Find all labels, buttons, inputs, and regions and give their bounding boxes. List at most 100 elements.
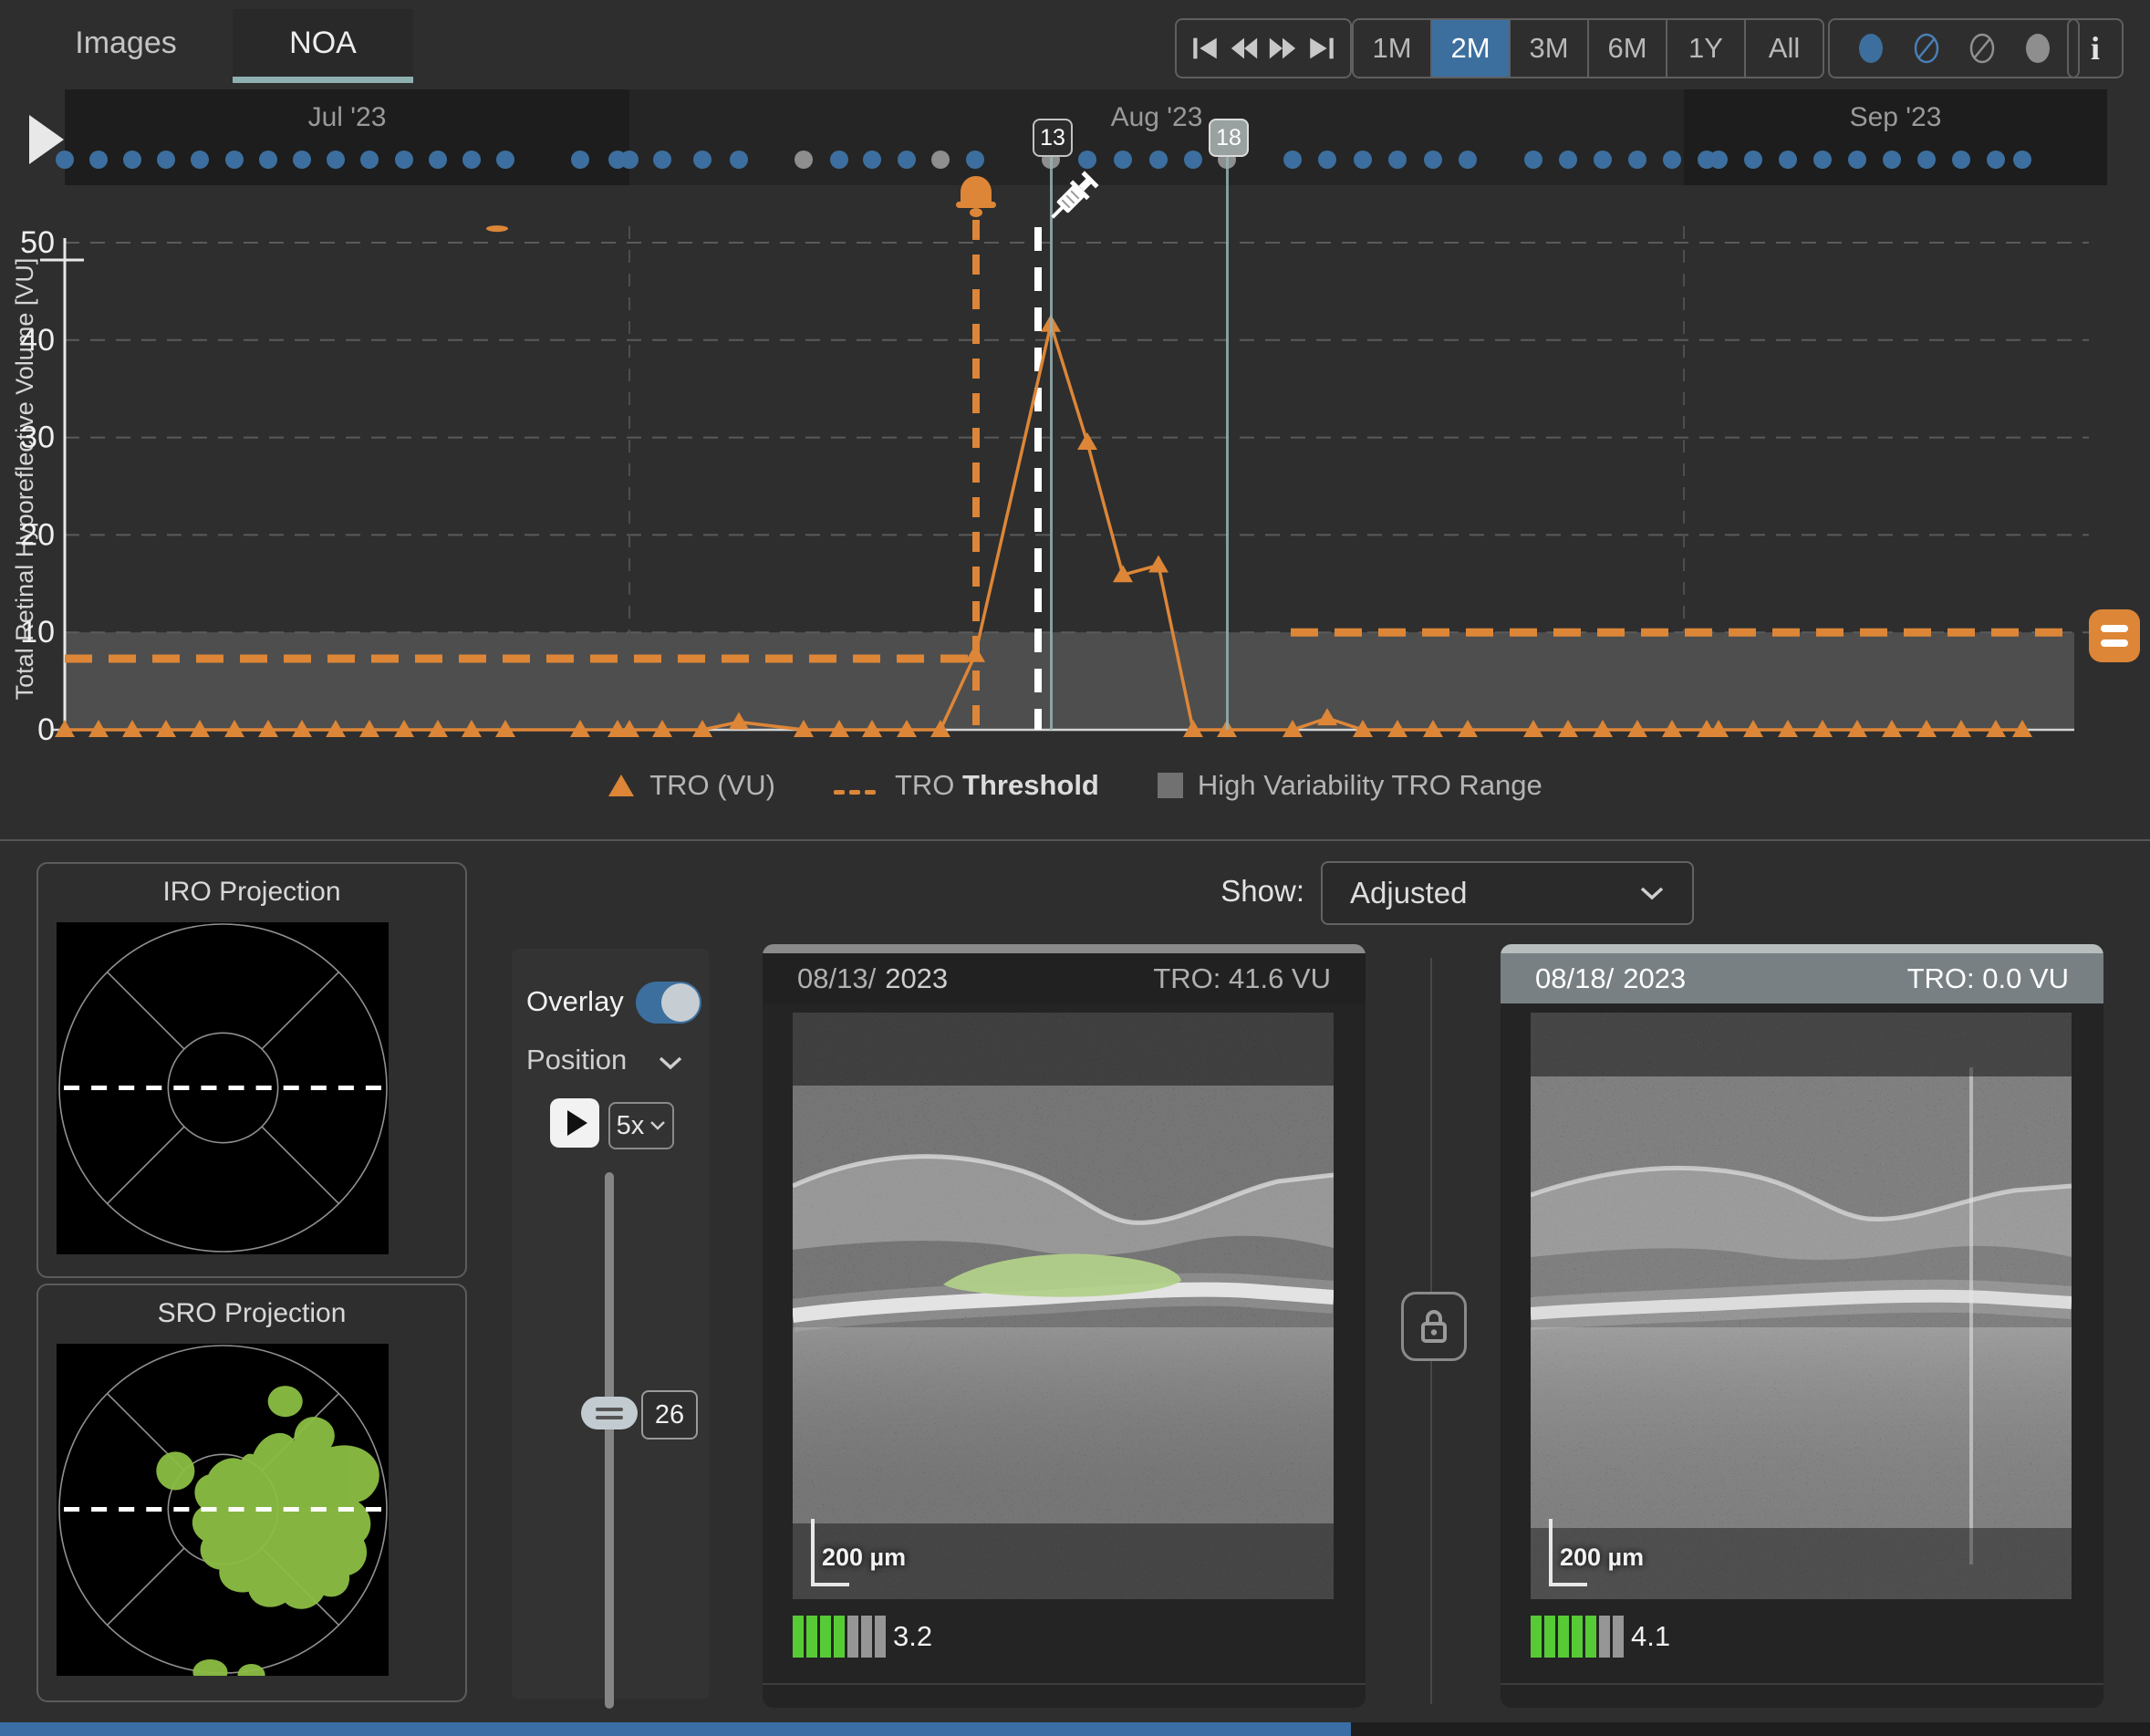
scan-header[interactable]: 08/13/ 2023 TRO: 41.6 VU <box>763 953 1366 1003</box>
threshold-drag-handle[interactable] <box>2089 609 2140 662</box>
legend-band: High Variability TRO Range <box>1158 769 1542 802</box>
timeline-dot[interactable] <box>693 151 711 169</box>
sro-projection-title: SRO Projection <box>38 1298 465 1329</box>
timeline-dot[interactable] <box>157 151 175 169</box>
sro-projection-image[interactable] <box>57 1344 389 1676</box>
tro-chart[interactable]: 01020304050 <box>0 185 2150 839</box>
timeline-dot[interactable] <box>1114 151 1132 169</box>
timeline-dot[interactable] <box>1813 151 1832 169</box>
skip-to-start-icon[interactable] <box>1189 33 1220 64</box>
skip-to-end-icon[interactable] <box>1306 33 1337 64</box>
timeline-dot[interactable] <box>1459 151 1477 169</box>
range-2m-button[interactable]: 2M <box>1432 20 1511 77</box>
timeline-dot[interactable] <box>191 151 209 169</box>
slider-value-box: 26 <box>641 1390 698 1440</box>
quality-indicator: 3.2 <box>793 1616 932 1658</box>
timeline-dot[interactable] <box>123 151 141 169</box>
timeline-dot[interactable] <box>225 151 244 169</box>
range-1m-button[interactable]: 1M <box>1354 20 1432 77</box>
timeline-dot[interactable] <box>571 151 589 169</box>
timeline-dot[interactable] <box>395 151 413 169</box>
timeline-dot[interactable] <box>863 151 881 169</box>
timeline-dot[interactable] <box>1709 151 1728 169</box>
rewind-icon[interactable] <box>1229 33 1260 64</box>
timeline-dot[interactable] <box>2013 151 2031 169</box>
tro-data-point[interactable] <box>1148 556 1168 573</box>
timeline-dot[interactable] <box>496 151 514 169</box>
timeline-dot[interactable] <box>1149 151 1168 169</box>
timeline-dot[interactable] <box>1779 151 1797 169</box>
quality-bar <box>875 1616 886 1658</box>
timeline-dot[interactable] <box>795 151 813 169</box>
legend-tro: TRO (VU) <box>608 769 775 802</box>
scan-day-badge[interactable]: 18 <box>1209 119 1249 157</box>
timeline-dot[interactable] <box>462 151 481 169</box>
timeline-dot[interactable] <box>1848 151 1866 169</box>
timeline-dot[interactable] <box>1354 151 1372 169</box>
timeline-dot[interactable] <box>360 151 379 169</box>
range-3m-button[interactable]: 3M <box>1511 20 1589 77</box>
timeline-dot[interactable] <box>293 151 311 169</box>
timeline-dot[interactable] <box>1594 151 1612 169</box>
filter-blue-excluded-icon[interactable] <box>1913 32 1940 65</box>
timeline-dot[interactable] <box>1883 151 1901 169</box>
timeline-dot[interactable] <box>1559 151 1577 169</box>
timeline-dot[interactable] <box>830 151 848 169</box>
timeline-dot[interactable] <box>89 151 108 169</box>
timeline-dot[interactable] <box>429 151 447 169</box>
timeline-dot[interactable] <box>1283 151 1302 169</box>
timeline-dot[interactable] <box>1318 151 1336 169</box>
timeline-dot[interactable] <box>1663 151 1681 169</box>
scan-day-badge[interactable]: 13 <box>1033 119 1073 157</box>
timeline-dot[interactable] <box>1388 151 1407 169</box>
range-all-button[interactable]: All <box>1746 20 1823 77</box>
timeline-dot[interactable] <box>1424 151 1442 169</box>
timeline-dot[interactable] <box>327 151 345 169</box>
oct-bscan-image[interactable]: 200 µm <box>793 1013 1334 1599</box>
scan-tro-value: TRO: 0.0 VU <box>1907 962 2069 995</box>
timeline-dot[interactable] <box>730 151 748 169</box>
tro-data-point[interactable] <box>1077 432 1097 450</box>
timeline-dot[interactable] <box>898 151 916 169</box>
scan-panel-0813[interactable]: 08/13/ 2023 TRO: 41.6 VU 200 µm <box>763 944 1366 1708</box>
iro-projection-image[interactable] <box>57 922 389 1254</box>
filter-gray-excluded-icon[interactable] <box>1968 32 1996 65</box>
playback-speed-select[interactable]: 5x <box>608 1102 674 1149</box>
timeline-dot[interactable] <box>653 151 671 169</box>
tab-images[interactable]: Images <box>53 15 199 71</box>
position-slider-track[interactable] <box>605 1172 614 1709</box>
position-chevron-icon[interactable] <box>658 1055 683 1071</box>
legend-threshold: TRO Threshold <box>834 769 1099 802</box>
bottom-progress-bar <box>0 1722 1351 1736</box>
scan-play-button[interactable] <box>550 1098 599 1148</box>
scan-header[interactable]: 08/18/ 2023 TRO: 0.0 VU <box>1501 953 2103 1003</box>
timeline-dot[interactable] <box>259 151 277 169</box>
timeline-dot[interactable] <box>1524 151 1542 169</box>
filter-blue-filled-icon[interactable] <box>1857 32 1885 65</box>
timeline-dot[interactable] <box>620 151 639 169</box>
scan-year: 2023 <box>885 962 948 995</box>
scan-panel-0818[interactable]: 08/18/ 2023 TRO: 0.0 VU 200 µm <box>1501 944 2103 1708</box>
timeline-dot[interactable] <box>966 151 984 169</box>
timeline-dot[interactable] <box>1917 151 1936 169</box>
info-button[interactable]: i <box>2067 18 2124 78</box>
timeline-dot[interactable] <box>1987 151 2005 169</box>
range-6m-button[interactable]: 6M <box>1589 20 1667 77</box>
timeline-dot[interactable] <box>56 151 74 169</box>
tab-noa-active[interactable]: NOA <box>233 9 413 83</box>
oct-bscan-image[interactable]: 200 µm <box>1531 1013 2072 1599</box>
timeline-dot[interactable] <box>931 151 950 169</box>
timeline-dot[interactable] <box>1628 151 1646 169</box>
show-select[interactable]: Adjusted <box>1321 861 1694 925</box>
position-slider-handle[interactable] <box>581 1397 638 1429</box>
quality-bar <box>1599 1616 1610 1658</box>
timeline-dot[interactable] <box>1184 151 1202 169</box>
overlay-toggle[interactable] <box>636 982 701 1024</box>
range-1y-button[interactable]: 1Y <box>1667 20 1746 77</box>
filter-gray-filled-icon[interactable] <box>2024 32 2051 65</box>
lock-sync-button[interactable] <box>1401 1292 1467 1361</box>
timeline-dot[interactable] <box>1952 151 1970 169</box>
timeline-dot[interactable] <box>1744 151 1762 169</box>
fast-forward-icon[interactable] <box>1267 33 1298 64</box>
viewer-controls-panel: Overlay Position 5x 26 <box>512 949 709 1699</box>
